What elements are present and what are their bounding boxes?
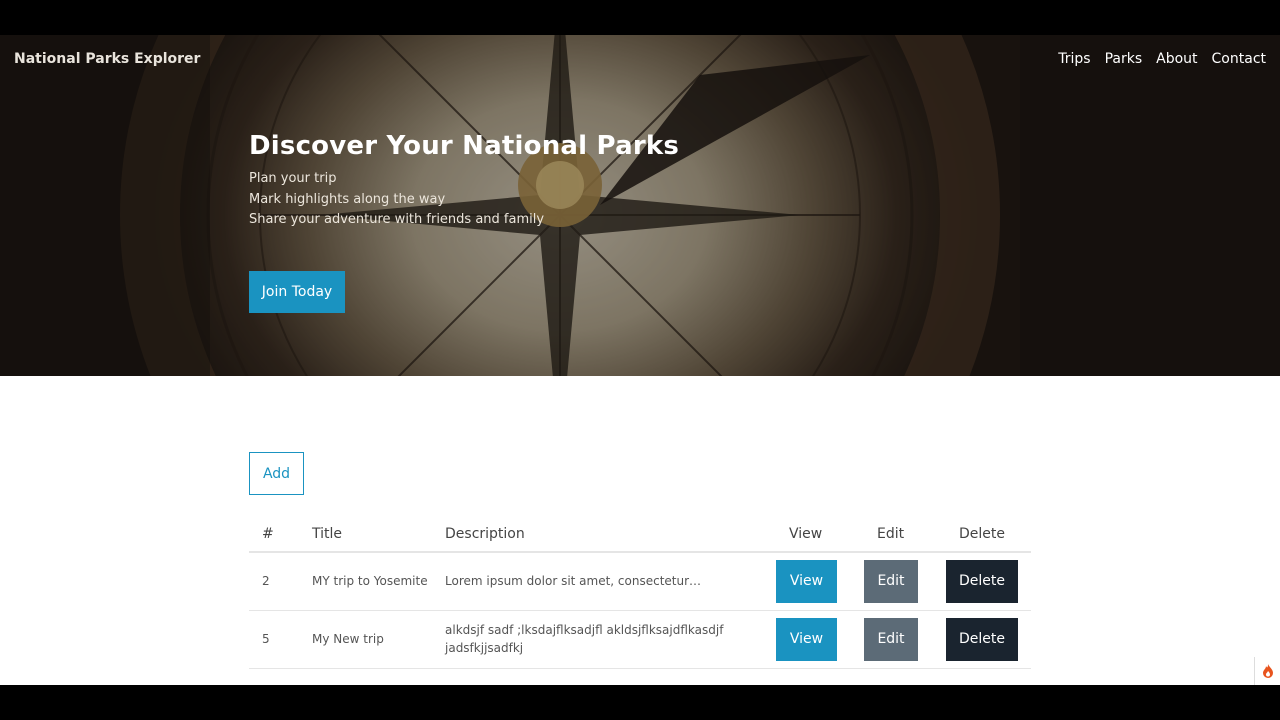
delete-cell: Delete (946, 552, 1031, 611)
nav-links: Trips Parks About Contact (1058, 51, 1266, 67)
view-button[interactable]: View (776, 617, 837, 661)
flame-icon[interactable] (1254, 657, 1280, 685)
delete-cell: Delete (946, 610, 1031, 669)
view-button[interactable]: View (776, 559, 837, 603)
letterbox-bottom (0, 685, 1280, 720)
delete-button[interactable]: Delete (946, 617, 1018, 661)
join-today-button[interactable]: Join Today (249, 271, 345, 313)
header-edit: Edit (864, 517, 946, 553)
header-number: # (249, 517, 299, 553)
view-cell: View (776, 610, 864, 669)
edit-cell: Edit (864, 552, 946, 611)
header-description: Description (432, 517, 776, 553)
tagline-line: Plan your trip (249, 171, 337, 186)
top-navbar: National Parks Explorer Trips Parks Abou… (0, 35, 1280, 85)
trip-id: 2 (249, 552, 299, 611)
hero-overlay (0, 35, 1280, 376)
edit-button[interactable]: Edit (864, 559, 918, 603)
trip-title: My New trip (299, 610, 432, 669)
edit-cell: Edit (864, 610, 946, 669)
edit-button[interactable]: Edit (864, 617, 918, 661)
delete-button[interactable]: Delete (946, 559, 1018, 603)
hero-tagline: Plan your trip Mark highlights along the… (249, 169, 544, 231)
brand-logo[interactable]: National Parks Explorer (14, 51, 200, 67)
trips-table: # Title Description View Edit Delete 2 M… (249, 517, 1031, 669)
letterbox-top (0, 0, 1280, 35)
nav-link-parks[interactable]: Parks (1105, 51, 1143, 67)
trip-description: Lorem ipsum dolor sit amet, consectetur… (432, 552, 776, 611)
browser-viewport: National Parks Explorer Trips Parks Abou… (0, 35, 1280, 685)
trip-title: MY trip to Yosemite (299, 552, 432, 611)
tagline-line: Share your adventure with friends and fa… (249, 212, 545, 227)
hero-section: National Parks Explorer Trips Parks Abou… (0, 35, 1280, 376)
flame-icon-graphic (1262, 664, 1273, 678)
tagline-line: Mark highlights along the way (249, 191, 446, 207)
table-row: 5 My New trip alkdsjf sadf ;lksdajflksad… (249, 610, 1031, 669)
header-delete: Delete (946, 517, 1031, 553)
view-cell: View (776, 552, 864, 611)
nav-link-about[interactable]: About (1156, 51, 1197, 67)
add-trip-button[interactable]: Add (249, 452, 304, 495)
hero-title: Discover Your National Parks (249, 131, 680, 161)
nav-link-contact[interactable]: Contact (1212, 51, 1266, 67)
nav-link-trips[interactable]: Trips (1058, 51, 1090, 67)
trip-description: alkdsjf sadf ;lksdajflksadjfl akldsjflks… (432, 610, 776, 669)
table-header-row: # Title Description View Edit Delete (249, 517, 1031, 553)
header-title: Title (299, 517, 432, 553)
table-row: 2 MY trip to Yosemite Lorem ipsum dolor … (249, 552, 1031, 611)
header-view: View (776, 517, 864, 553)
trip-id: 5 (249, 610, 299, 669)
